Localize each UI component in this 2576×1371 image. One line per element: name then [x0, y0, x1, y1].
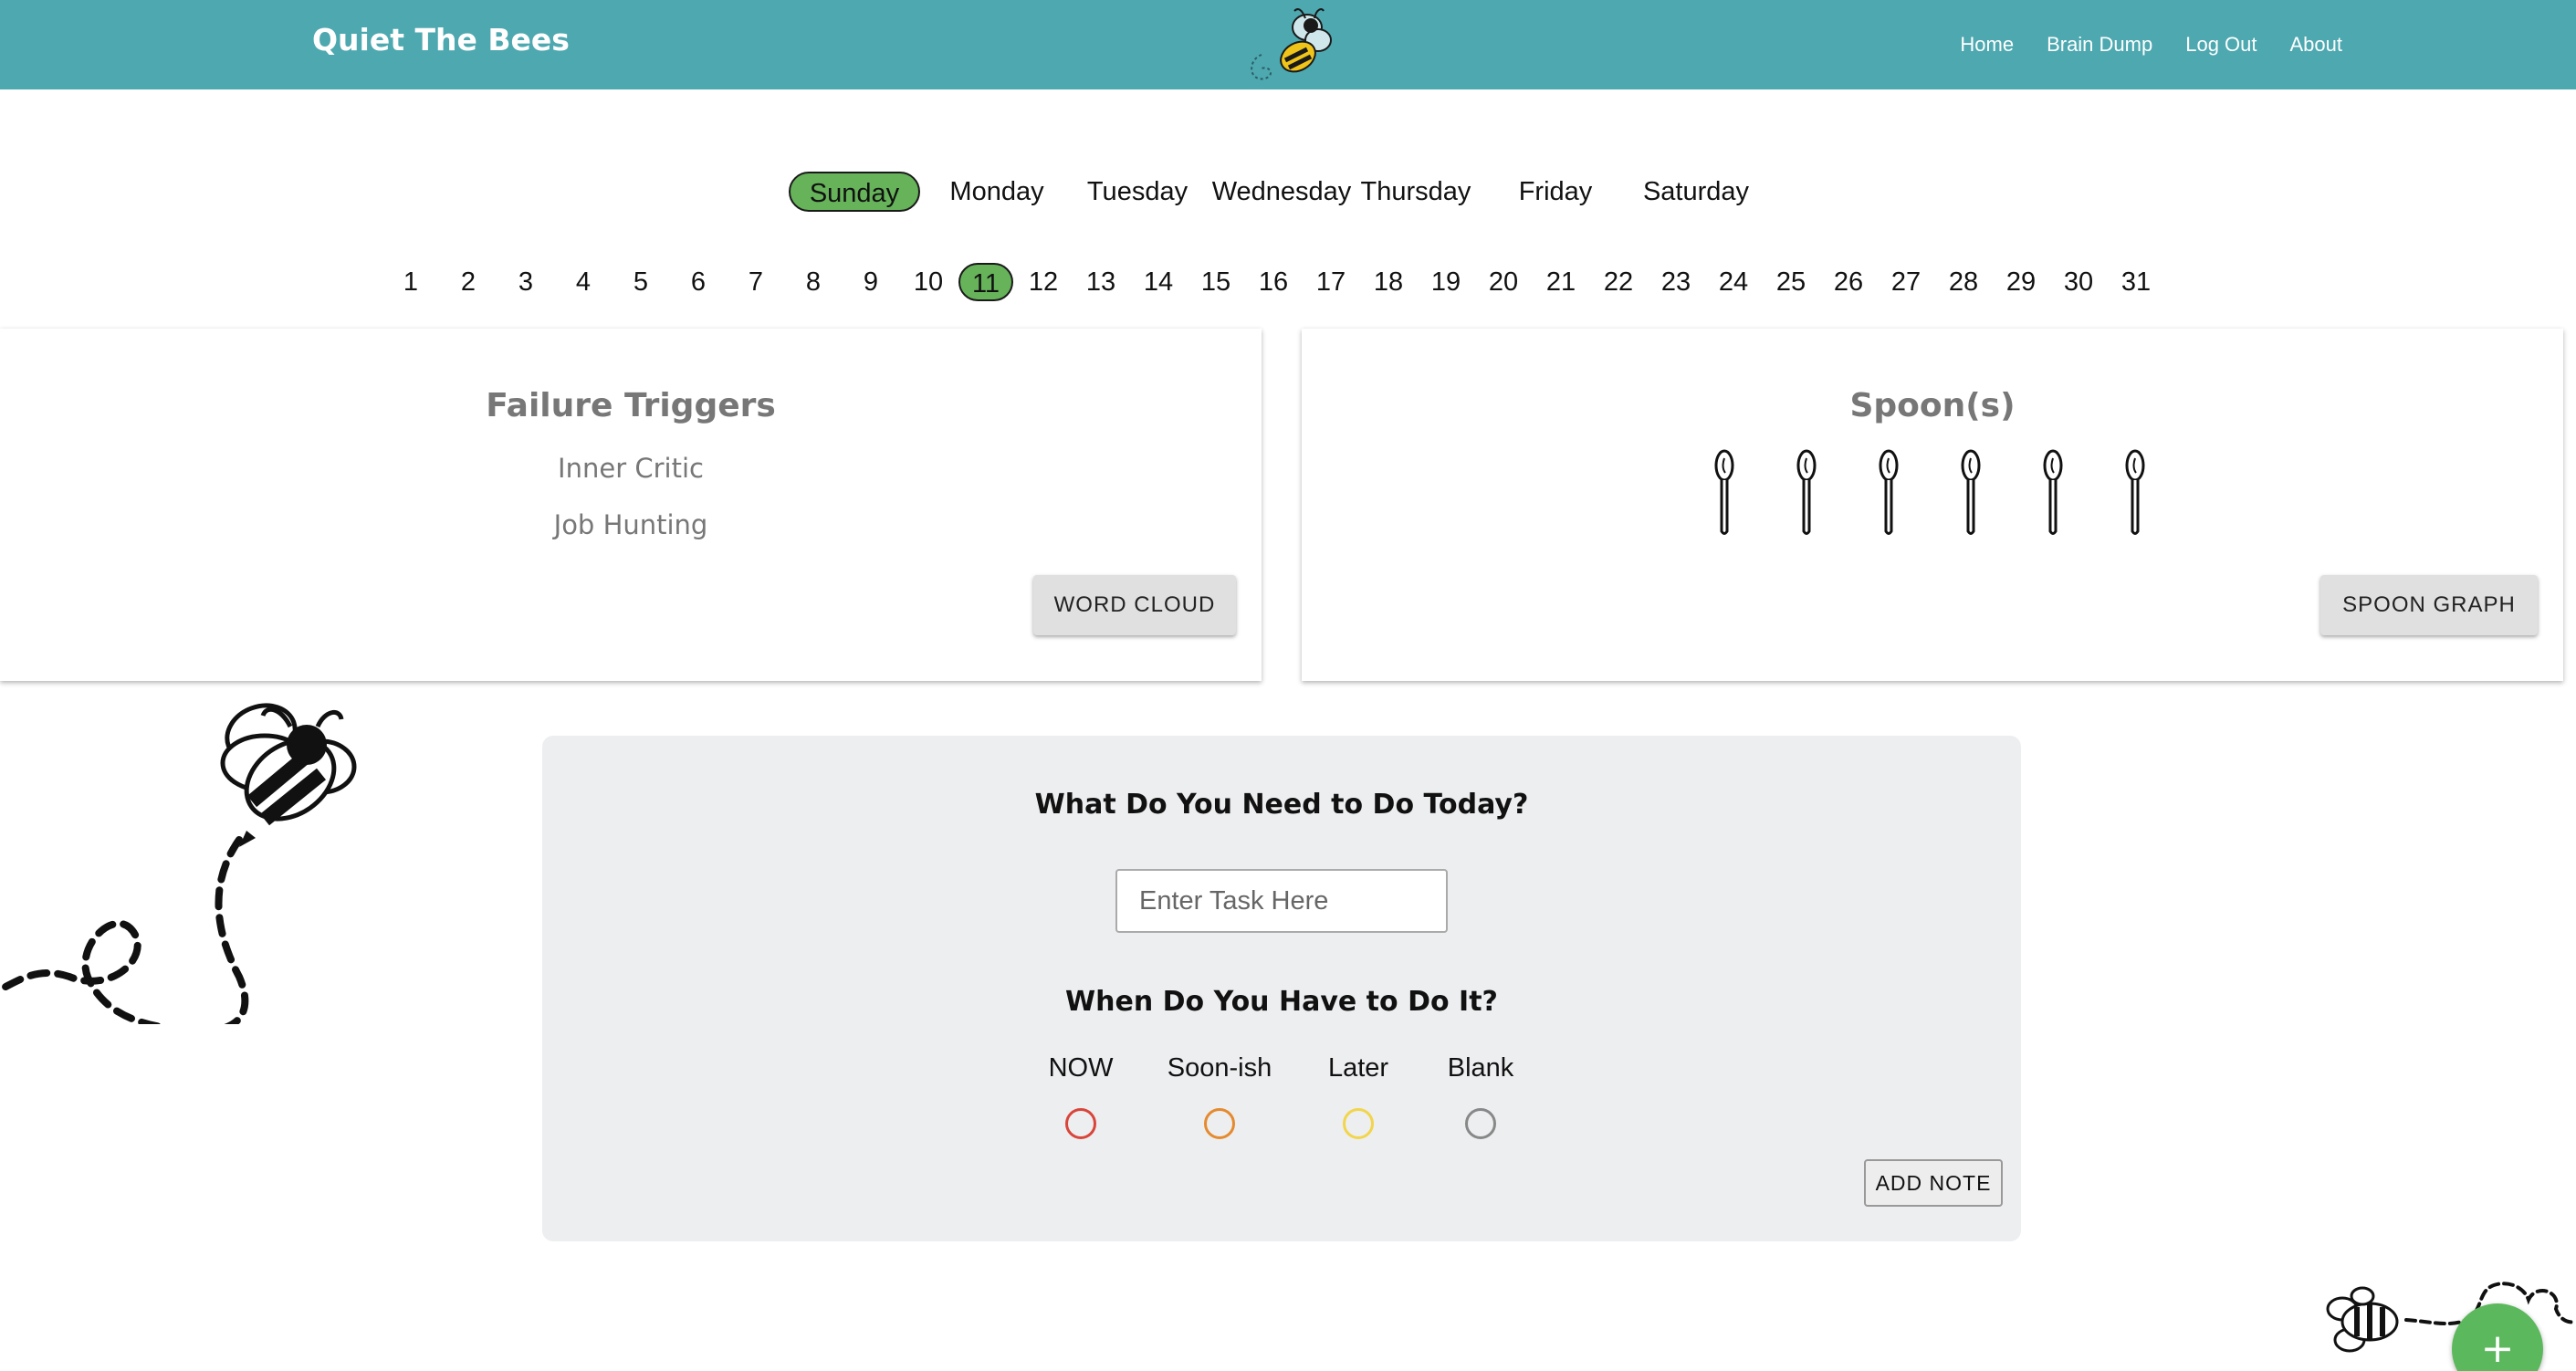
date-8[interactable]: 8 [786, 263, 841, 301]
when-heading: When Do You Have to Do It? [1065, 986, 1498, 1018]
date-11[interactable]: 11 [958, 263, 1013, 301]
date-19[interactable]: 19 [1419, 263, 1473, 301]
task-heading: What Do You Need to Do Today? [1034, 789, 1529, 821]
day-tab-thursday[interactable]: Thursday [1358, 172, 1473, 212]
date-21[interactable]: 21 [1534, 263, 1588, 301]
radio-later[interactable] [1343, 1108, 1374, 1139]
option-label-now: NOW [1048, 1053, 1114, 1083]
radio-soonish[interactable] [1204, 1108, 1235, 1139]
date-2[interactable]: 2 [441, 263, 496, 301]
date-24[interactable]: 24 [1706, 263, 1761, 301]
date-6[interactable]: 6 [671, 263, 726, 301]
nav-links: Home Brain Dump Log Out About [1960, 33, 2342, 57]
add-note-button[interactable]: ADD NOTE [1864, 1159, 2003, 1207]
date-26[interactable]: 26 [1821, 263, 1876, 301]
date-10[interactable]: 10 [901, 263, 956, 301]
date-25[interactable]: 25 [1764, 263, 1818, 301]
date-15[interactable]: 15 [1189, 263, 1243, 301]
date-16[interactable]: 16 [1246, 263, 1301, 301]
option-label-soonish: Soon-ish [1167, 1053, 1272, 1083]
spoon-icon [2043, 449, 2063, 535]
nav-brain-dump-link[interactable]: Brain Dump [2047, 33, 2152, 57]
date-3[interactable]: 3 [498, 263, 553, 301]
bee-logo-icon [1251, 8, 1332, 80]
date-4[interactable]: 4 [556, 263, 611, 301]
word-cloud-button[interactable]: WORD CLOUD [1033, 575, 1236, 635]
task-panel: What Do You Need to Do Today? When Do Yo… [542, 736, 2021, 1241]
date-5[interactable]: 5 [613, 263, 668, 301]
spoon-icon [1714, 449, 1734, 535]
day-tab-saturday[interactable]: Saturday [1639, 172, 1753, 212]
day-tab-wednesday[interactable]: Wednesday [1210, 172, 1353, 212]
spoon-icon [2125, 449, 2145, 535]
trigger-item: Job Hunting [553, 509, 708, 540]
date-1[interactable]: 1 [383, 263, 438, 301]
day-tab-friday[interactable]: Friday [1501, 172, 1610, 212]
date-14[interactable]: 14 [1131, 263, 1186, 301]
spoon-icon [1961, 449, 1981, 535]
flying-bee-icon [0, 703, 357, 1024]
nav-log-out-link[interactable]: Log Out [2185, 33, 2257, 57]
spoon-row [1711, 449, 2222, 540]
option-label-later: Later [1327, 1053, 1389, 1083]
trigger-item: Inner Critic [558, 453, 704, 484]
brand-title[interactable]: Quiet The Bees [312, 22, 570, 58]
failure-triggers-title: Failure Triggers [486, 387, 776, 424]
date-20[interactable]: 20 [1476, 263, 1531, 301]
nav-about-link[interactable]: About [2290, 33, 2343, 57]
date-28[interactable]: 28 [1936, 263, 1991, 301]
date-17[interactable]: 17 [1304, 263, 1358, 301]
spoons-card: Spoon(s) SPOON GRAPH [1302, 329, 2563, 681]
date-29[interactable]: 29 [1994, 263, 2048, 301]
option-label-blank: Blank [1447, 1053, 1514, 1083]
spoon-graph-button[interactable]: SPOON GRAPH [2320, 575, 2538, 635]
day-tab-sunday[interactable]: Sunday [789, 172, 920, 212]
radio-now[interactable] [1065, 1108, 1096, 1139]
task-input[interactable] [1115, 869, 1448, 933]
spoons-title: Spoon(s) [1849, 387, 2016, 424]
radio-blank[interactable] [1465, 1108, 1496, 1139]
date-12[interactable]: 12 [1016, 263, 1071, 301]
date-23[interactable]: 23 [1649, 263, 1703, 301]
date-30[interactable]: 30 [2051, 263, 2106, 301]
spoon-icon [1796, 449, 1817, 535]
failure-triggers-card: Failure Triggers Inner Critic Job Huntin… [0, 329, 1262, 681]
date-22[interactable]: 22 [1591, 263, 1646, 301]
date-18[interactable]: 18 [1361, 263, 1416, 301]
navbar: Quiet The Bees Home Brain Dump Log Out A… [0, 0, 2576, 89]
date-selector: 1 2 3 4 5 6 7 8 9 10 11 12 13 14 15 16 17 18 19 20 21 22 23 24 2… [0, 263, 2576, 303]
date-7[interactable]: 7 [728, 263, 783, 301]
nav-home-link[interactable]: Home [1960, 33, 2014, 57]
date-13[interactable]: 13 [1073, 263, 1128, 301]
date-27[interactable]: 27 [1879, 263, 1933, 301]
date-9[interactable]: 9 [843, 263, 898, 301]
date-31[interactable]: 31 [2109, 263, 2163, 301]
day-tab-tuesday[interactable]: Tuesday [1083, 172, 1192, 212]
spoon-icon [1879, 449, 1899, 535]
day-selector: Sunday Monday Tuesday Wednesday Thursday… [0, 172, 2576, 215]
day-tab-monday[interactable]: Monday [942, 172, 1052, 212]
